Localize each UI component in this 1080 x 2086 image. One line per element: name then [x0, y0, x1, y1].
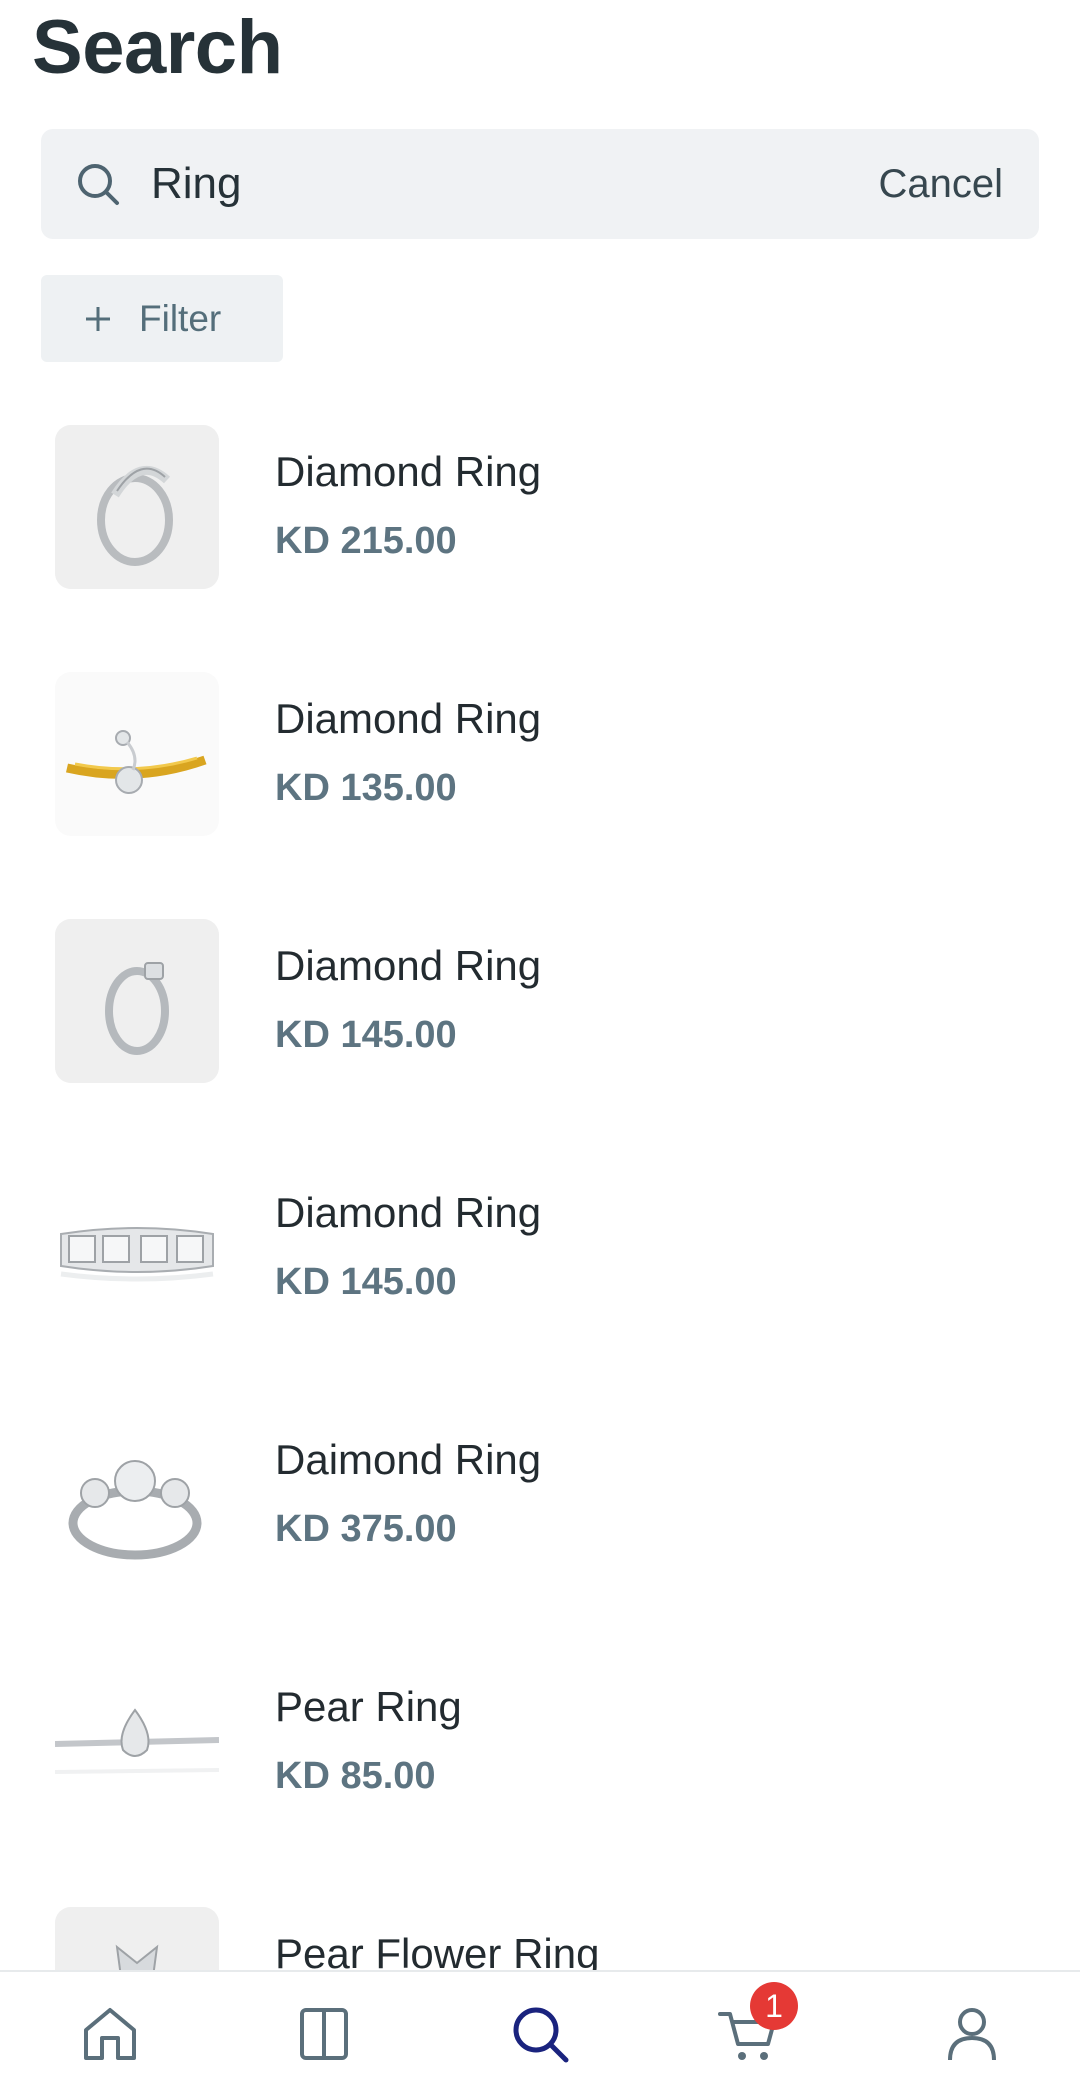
tab-catalog[interactable]	[292, 2002, 356, 2066]
list-item[interactable]: Diamond Ring KD 215.00	[0, 400, 1080, 647]
split-panel-icon	[300, 2008, 348, 2060]
product-image	[55, 919, 219, 1083]
tab-search[interactable]	[508, 2002, 572, 2066]
product-name: Diamond Ring	[275, 1189, 542, 1236]
product-price: KD 145.00	[275, 1014, 457, 1056]
product-price: KD 145.00	[275, 1261, 457, 1303]
product-image	[55, 425, 219, 589]
search-input[interactable]	[151, 151, 751, 217]
bottom-tab-bar: 1	[0, 1970, 1080, 2086]
home-icon	[84, 2008, 136, 2060]
search-icon	[78, 164, 119, 205]
cart-badge: 1	[750, 1982, 798, 2030]
product-price: KD 135.00	[275, 767, 457, 809]
user-icon	[948, 2008, 996, 2061]
product-image	[55, 1166, 219, 1330]
tab-home[interactable]	[78, 2002, 142, 2066]
page-title: Search	[32, 5, 283, 90]
filter-button[interactable]: Filter	[41, 275, 283, 362]
list-item[interactable]: Diamond Ring KD 145.00	[0, 894, 1080, 1141]
product-image	[55, 1413, 219, 1577]
product-price: KD 215.00	[275, 520, 457, 562]
list-item[interactable]: Diamond Ring KD 135.00	[0, 647, 1080, 894]
product-price: KD 85.00	[275, 1755, 436, 1797]
product-image	[55, 672, 219, 836]
product-name: Pear Ring	[275, 1683, 462, 1730]
product-name: Pear Flower Ring	[275, 1930, 600, 1970]
search-results[interactable]: Diamond Ring KD 215.00 Diamond Ring KD 1…	[0, 400, 1080, 1970]
tab-cart[interactable]: 1	[716, 1982, 798, 2066]
cancel-button[interactable]: Cancel	[878, 157, 1003, 211]
search-icon	[513, 2007, 569, 2063]
product-image	[55, 1907, 219, 1970]
product-price: KD 375.00	[275, 1508, 457, 1550]
product-name: Diamond Ring	[275, 448, 542, 495]
plus-icon	[86, 306, 110, 331]
product-image	[55, 1660, 219, 1824]
search-bar[interactable]: Cancel	[41, 129, 1039, 239]
list-item[interactable]: Pear Ring KD 85.00	[0, 1635, 1080, 1882]
tab-account[interactable]	[940, 2002, 1004, 2066]
product-name: Diamond Ring	[275, 942, 542, 989]
filter-label: Filter	[139, 297, 222, 339]
list-item[interactable]: Pear Flower Ring	[0, 1882, 1080, 1970]
list-item[interactable]: Diamond Ring KD 145.00	[0, 1141, 1080, 1388]
product-name: Diamond Ring	[275, 695, 542, 742]
list-item[interactable]: Daimond Ring KD 375.00	[0, 1388, 1080, 1635]
product-name: Daimond Ring	[275, 1436, 542, 1483]
